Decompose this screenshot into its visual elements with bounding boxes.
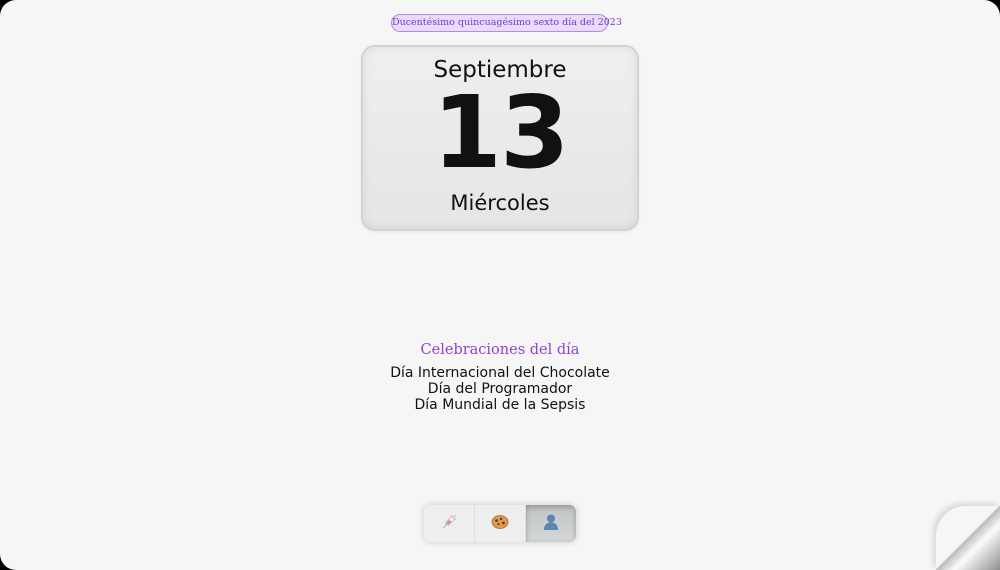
tab-person[interactable] [526,505,576,542]
celebration-item: Día Internacional del Chocolate [390,365,610,381]
tab-syringe[interactable] [424,505,475,542]
page-curl[interactable] [936,506,1000,570]
celebrations-section: Celebraciones del día Día Internacional … [300,340,700,413]
day-of-year-badge: Ducentésimo quincuagésimo sexto día del … [391,14,622,32]
calendar-card: Septiembre 13 Miércoles [361,45,639,231]
celebration-item: Día del Programador [427,381,573,397]
bottom-tab-bar [424,505,576,542]
weekday-label: Miércoles [450,191,550,215]
celebrations-title: Celebraciones del día [420,342,580,358]
celebration-item: Día Mundial de la Sepsis [414,397,586,413]
syringe-icon [439,512,459,536]
calendar-page: Ducentésimo quincuagésimo sexto día del … [0,0,1000,570]
day-number: 13 [432,74,569,191]
tab-cookie[interactable] [475,505,526,542]
person-icon [541,512,561,536]
cookie-icon [490,512,510,536]
